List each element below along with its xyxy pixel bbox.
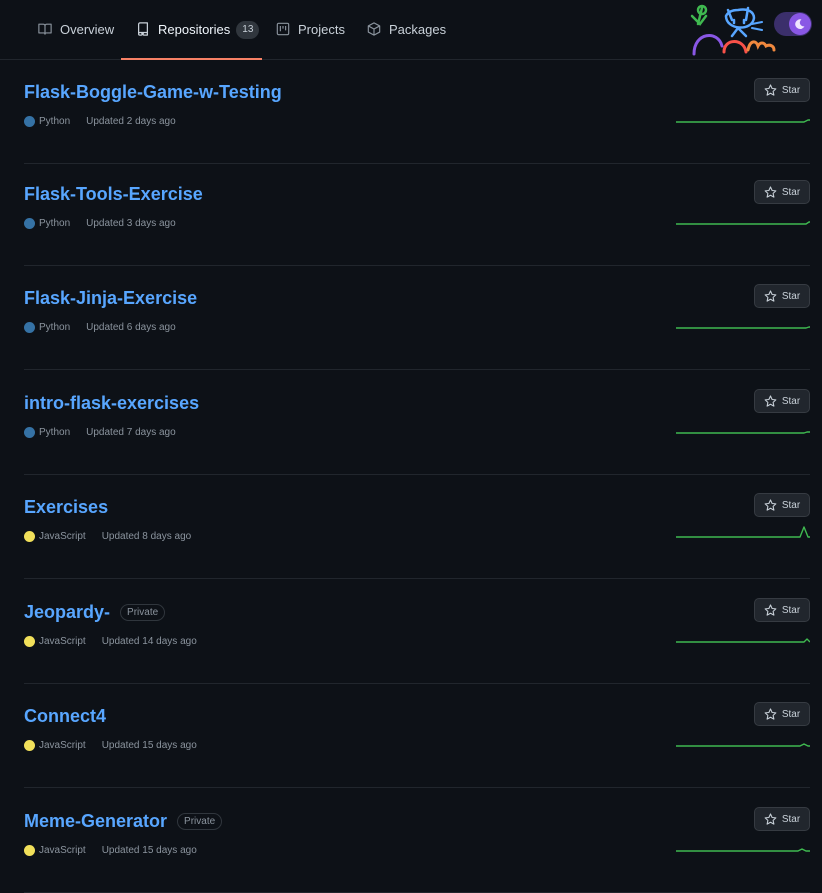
repo-title-row: Flask-Jinja-Exercise: [24, 288, 197, 309]
repo-language: Python: [39, 322, 71, 333]
activity-sparkline: [676, 119, 810, 123]
repo-name-link[interactable]: Jeopardy-: [24, 602, 110, 623]
star-button-label: Star: [781, 290, 801, 302]
repo-item: intro-flask-exercises Python Updated 7 day…: [24, 371, 810, 475]
repo-language: Python: [39, 427, 71, 438]
repo-title-row: Flask-Tools-Exercise: [24, 184, 203, 205]
repo-language: JavaScript: [39, 740, 86, 751]
project-icon: [276, 22, 292, 38]
book-icon: [38, 22, 54, 38]
tab-repositories-label: Repositories: [158, 22, 231, 37]
repo-name-link[interactable]: intro-flask-exercises: [24, 393, 199, 414]
tab-packages[interactable]: Packages: [367, 22, 446, 56]
repo-meta: Python Updated 2 days ago: [24, 116, 176, 127]
repo-name-link[interactable]: Meme-Generator: [24, 811, 167, 832]
language-color-dot: [24, 740, 35, 751]
repo-updated-time: Updated 6 days ago: [86, 322, 176, 333]
repo-updated-time: Updated 15 days ago: [101, 740, 197, 751]
star-icon: [764, 498, 777, 511]
activity-sparkline: [676, 638, 810, 643]
tab-overview-label: Overview: [60, 22, 115, 37]
repo-item: Flask-Boggle-Game-w-Testing Python Updated…: [24, 60, 810, 164]
language-color-dot: [24, 531, 35, 542]
repo-name-link[interactable]: Connect4: [24, 706, 106, 727]
repo-name-link[interactable]: Flask-Jinja-Exercise: [24, 288, 197, 309]
star-icon: [764, 394, 777, 407]
star-button-label: Star: [781, 395, 801, 407]
repo-item: Flask-Tools-Exercise Python Updated 3 days…: [24, 162, 810, 266]
language-color-dot: [24, 636, 35, 647]
repo-name-link[interactable]: Exercises: [24, 497, 108, 518]
repo-item: Exercises JavaScript Updated 8 days ago Sta…: [24, 475, 810, 579]
repo-updated-time: Updated 8 days ago: [101, 531, 192, 542]
star-button-label: Star: [781, 84, 801, 96]
star-icon: [764, 185, 777, 198]
activity-sparkline: [676, 526, 810, 538]
tab-projects[interactable]: Projects: [276, 22, 345, 56]
star-button-label: Star: [781, 604, 801, 616]
repo-updated-time: Updated 2 days ago: [86, 116, 176, 127]
repo-item: Flask-Jinja-Exercise Python Updated 6 days…: [24, 266, 810, 370]
language-color-dot: [24, 427, 35, 438]
star-icon: [764, 289, 777, 302]
tab-packages-label: Packages: [389, 22, 447, 37]
repo-name-link[interactable]: Flask-Boggle-Game-w-Testing: [24, 82, 282, 103]
private-badge: Private: [120, 604, 166, 621]
repo-language: JavaScript: [39, 636, 86, 647]
tab-overview[interactable]: Overview: [38, 22, 114, 56]
activity-sparkline: [676, 221, 810, 225]
repo-name-link[interactable]: Flask-Tools-Exercise: [24, 184, 203, 205]
repo-meta: JavaScript Updated 15 days ago: [24, 740, 197, 751]
repo-language: Python: [39, 218, 71, 229]
activity-sparkline: [676, 326, 810, 329]
moon-icon: [789, 13, 811, 35]
repo-meta: JavaScript Updated 14 days ago: [24, 636, 197, 647]
language-color-dot: [24, 116, 35, 127]
activity-sparkline: [676, 848, 810, 852]
tab-projects-label: Projects: [298, 22, 345, 37]
repo-title-row: Meme-Generator Private: [24, 811, 223, 832]
repo-meta: JavaScript Updated 15 days ago: [24, 845, 197, 856]
repo-title-row: intro-flask-exercises: [24, 393, 199, 414]
repo-item: Connect4 JavaScript Updated 15 days ago Sta…: [24, 684, 810, 788]
repo-count-badge: 13: [236, 21, 260, 39]
profile-tab-nav: Overview Repositories 13 Projects Packag…: [0, 0, 822, 60]
star-icon: [764, 83, 777, 96]
repo-language: JavaScript: [39, 845, 86, 856]
repo-meta: Python Updated 7 days ago: [24, 427, 176, 438]
repo-title-row: Exercises: [24, 497, 108, 518]
repo-item: Jeopardy- Private JavaScript Updated 14 day…: [24, 580, 810, 684]
theme-toggle[interactable]: [774, 12, 812, 36]
repo-item: Meme-Generator Private JavaScript Updated 1…: [24, 789, 810, 893]
tab-repositories[interactable]: Repositories 13: [121, 21, 262, 60]
activity-sparkline: [676, 743, 810, 747]
repo-icon: [136, 22, 152, 38]
repo-meta: Python Updated 3 days ago: [24, 218, 176, 229]
repo-updated-time: Updated 14 days ago: [101, 636, 197, 647]
repo-meta: Python Updated 6 days ago: [24, 322, 176, 333]
repo-language: JavaScript: [39, 531, 86, 542]
language-color-dot: [24, 845, 35, 856]
octocat-illustration: [688, 2, 784, 58]
star-button-label: Star: [781, 499, 801, 511]
repo-title-row: Flask-Boggle-Game-w-Testing: [24, 82, 282, 103]
activity-sparkline: [676, 431, 810, 434]
repo-language: Python: [39, 116, 71, 127]
language-color-dot: [24, 218, 35, 229]
repo-updated-time: Updated 3 days ago: [86, 218, 176, 229]
star-icon: [764, 707, 777, 720]
language-color-dot: [24, 322, 35, 333]
star-button-label: Star: [781, 708, 801, 720]
star-icon: [764, 812, 777, 825]
repo-title-row: Connect4: [24, 706, 106, 727]
star-button-label: Star: [781, 186, 801, 198]
star-button-label: Star: [781, 813, 801, 825]
star-icon: [764, 603, 777, 616]
package-icon: [367, 22, 383, 38]
repo-meta: JavaScript Updated 8 days ago: [24, 531, 191, 542]
repo-updated-time: Updated 15 days ago: [101, 845, 197, 856]
repo-title-row: Jeopardy- Private: [24, 602, 166, 623]
private-badge: Private: [177, 813, 223, 830]
repo-updated-time: Updated 7 days ago: [86, 427, 176, 438]
